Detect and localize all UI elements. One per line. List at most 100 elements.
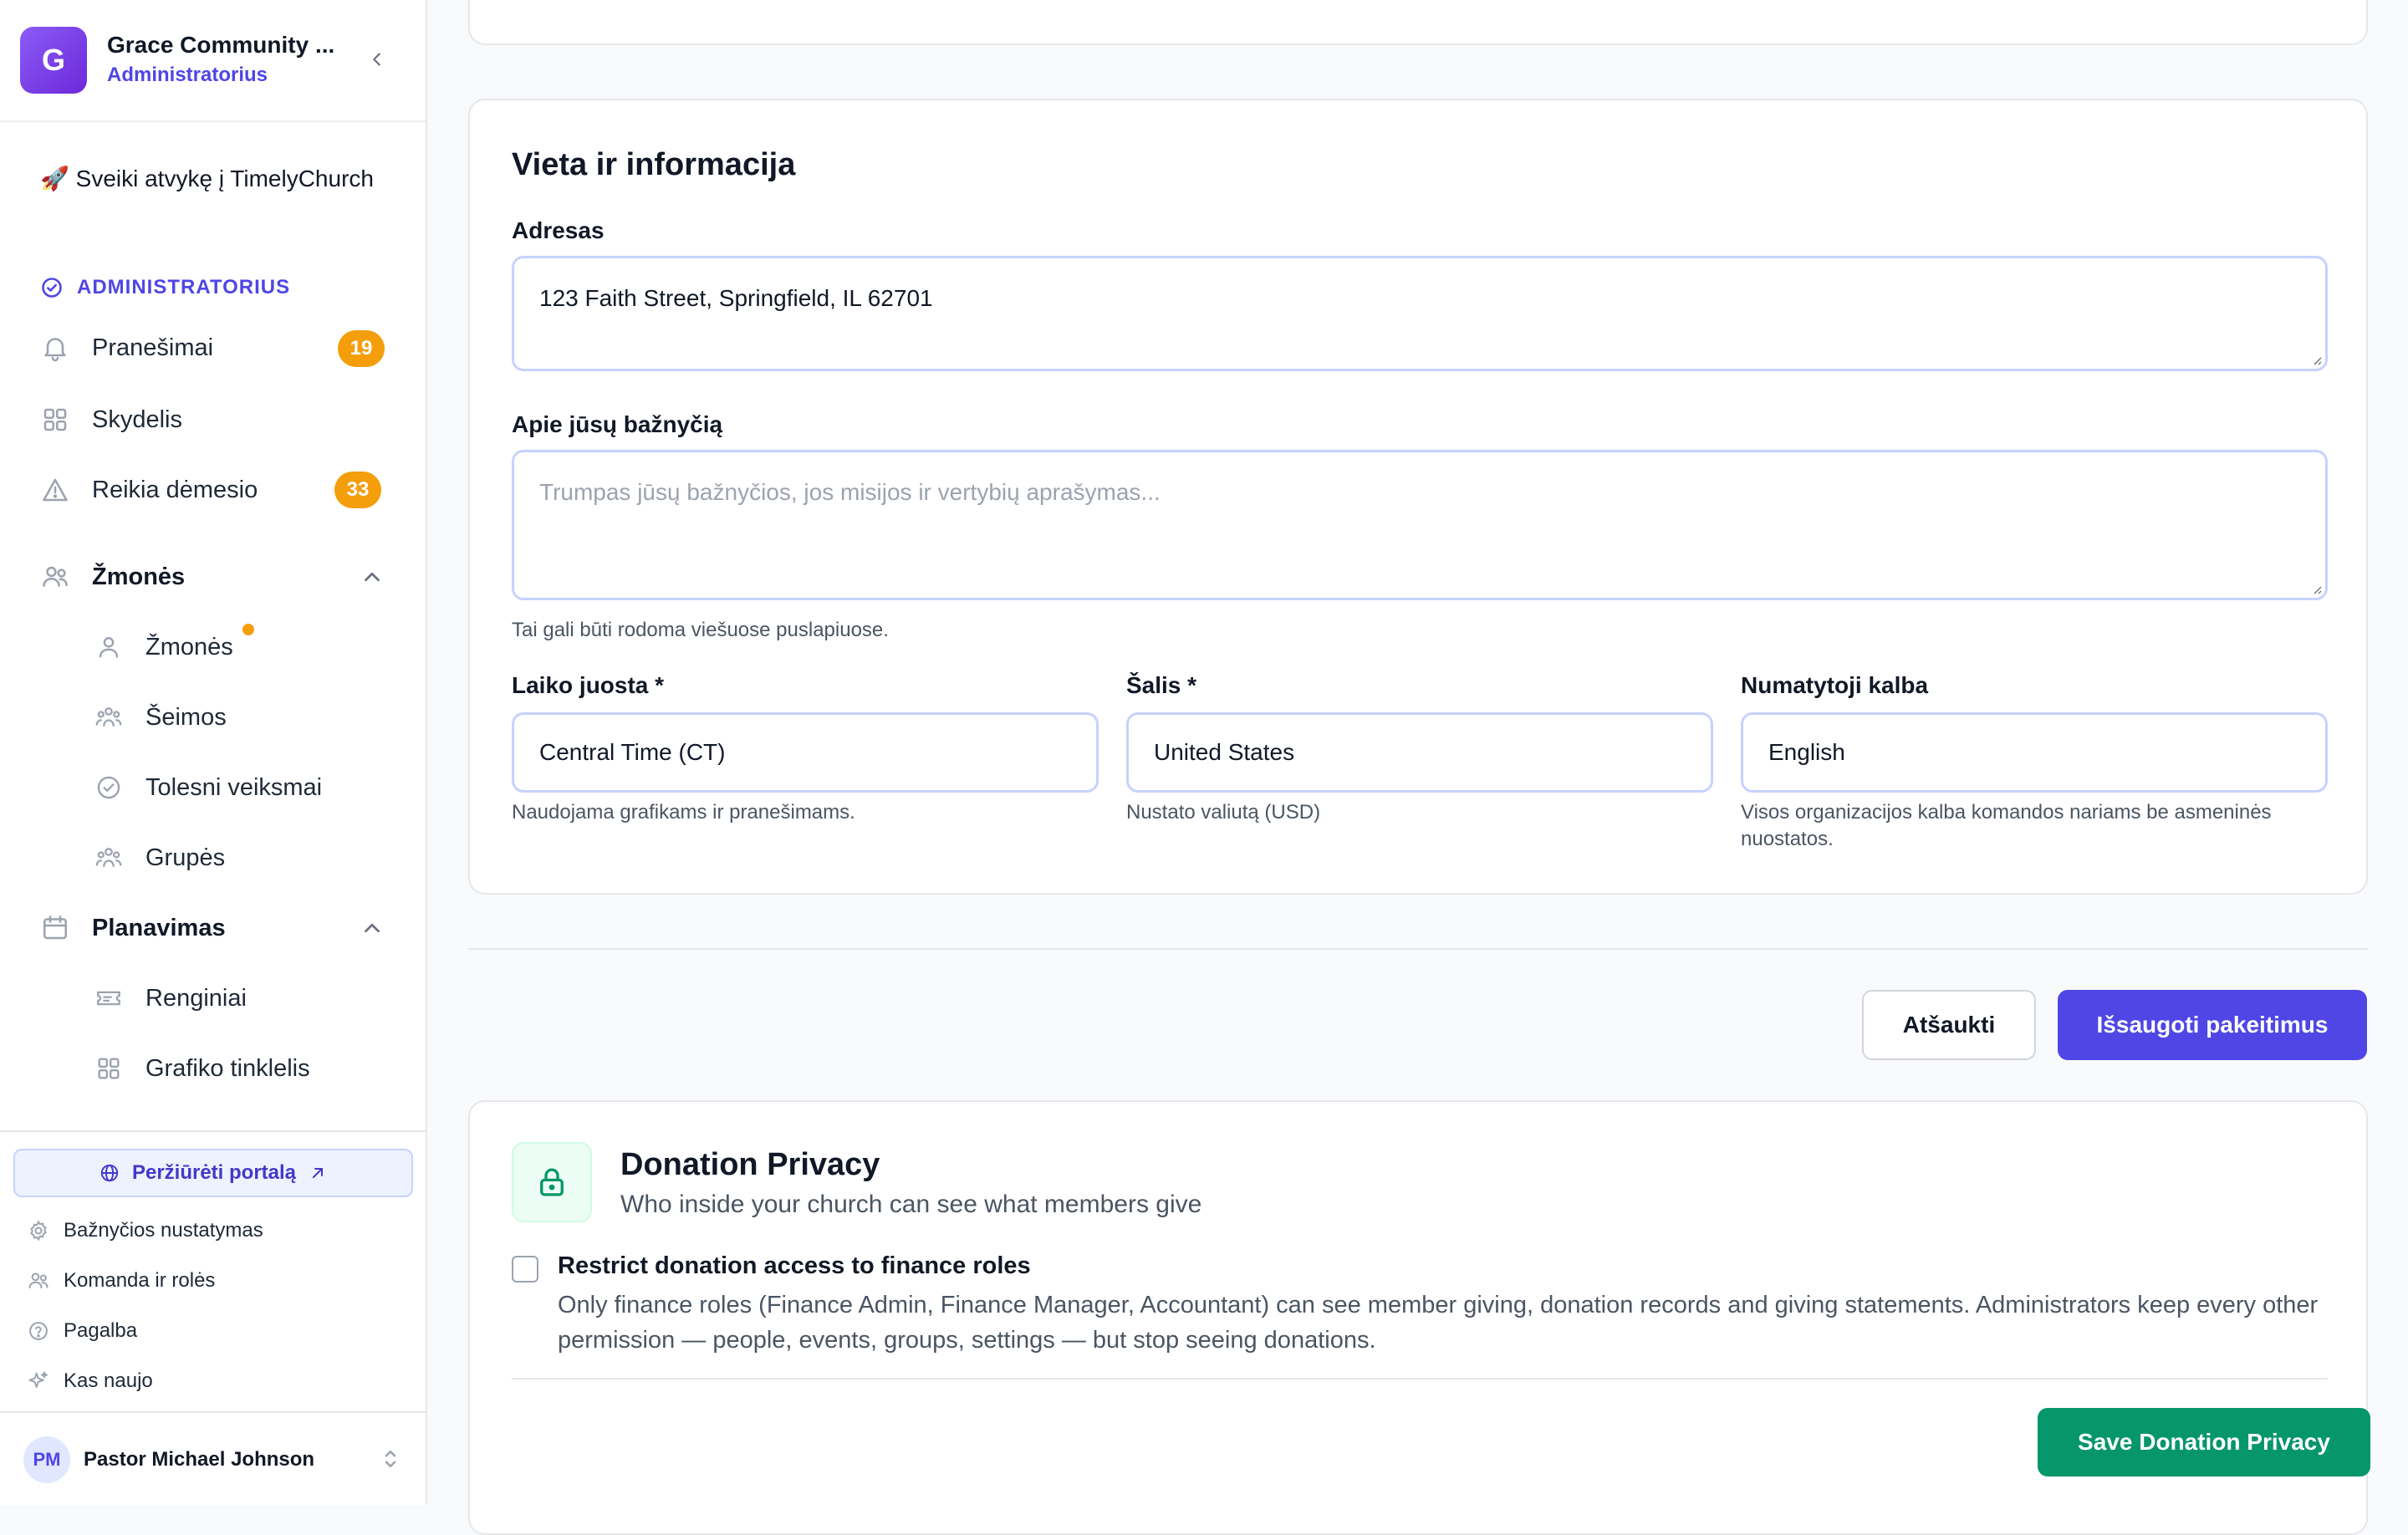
about-hint: Tai gali būti rodoma viešuose puslapiuos…: [512, 619, 889, 641]
previous-card: [468, 0, 2368, 45]
org-logo[interactable]: G: [20, 27, 87, 94]
sidebar-item-dashboard[interactable]: Skydelis: [38, 403, 182, 436]
timezone-value: Central Time (CT): [539, 739, 726, 765]
save-donation-privacy-button[interactable]: Save Donation Privacy: [2038, 1408, 2370, 1476]
view-portal-button[interactable]: Peržiūrėti portalą: [13, 1149, 413, 1197]
help-link[interactable]: Pagalba: [27, 1319, 137, 1343]
section-admin-heading: ADMINISTRATORIUS: [40, 276, 290, 299]
restrict-donation-checkbox[interactable]: [512, 1256, 538, 1283]
attention-count-badge: 33: [334, 472, 381, 508]
church-settings-label: Bažnyčios nustatymas: [64, 1219, 263, 1242]
country-hint: Nustato valiutą (USD): [1126, 801, 1321, 824]
unread-dot: [242, 624, 254, 635]
restrict-donation-label[interactable]: Restrict donation access to finance role…: [558, 1252, 1031, 1280]
chevron-left-icon: [373, 53, 380, 66]
whats-new-link[interactable]: Kas naujo: [27, 1369, 153, 1393]
sidebar-item-followups[interactable]: Tolesni veiksmai: [92, 771, 322, 804]
sidebar-item-label: Skydelis: [92, 405, 182, 433]
user-name: Pastor Michael Johnson: [84, 1448, 315, 1471]
about-textarea[interactable]: Trumpas jūsų bažnyčios, jos misijos ir v…: [512, 450, 2328, 600]
donation-privacy-card: Donation Privacy Who inside your church …: [468, 1100, 2370, 1535]
sidebar-group-label: Žmonės: [92, 563, 186, 590]
help-circle-icon: [29, 1322, 48, 1340]
language-label: Numatytoji kalba: [1741, 672, 1929, 698]
card-title: Vieta ir informacija: [512, 147, 796, 182]
sidebar-item-label: Renginiai: [145, 984, 247, 1012]
team-roles-link[interactable]: Komanda ir rolės: [27, 1269, 215, 1293]
save-changes-button[interactable]: Išsaugoti pakeitimus: [2058, 990, 2367, 1060]
group-icon: [92, 841, 125, 875]
sidebar-group-planning[interactable]: Planavimas: [38, 911, 226, 945]
chevron-updown-icon: [385, 1451, 396, 1467]
sidebar-group-label: Planavimas: [92, 914, 226, 941]
address-label: Adresas: [512, 217, 605, 243]
family-icon: [92, 701, 125, 734]
user-menu[interactable]: PM Pastor Michael Johnson: [0, 1411, 426, 1505]
country-label: Šalis *: [1126, 672, 1197, 698]
sidebar-item-label: Grupės: [145, 844, 226, 871]
check-circle-icon: [92, 771, 125, 804]
sidebar-item-label: Reikia dėmesio: [92, 476, 258, 503]
donation-privacy-title: Donation Privacy: [620, 1147, 880, 1182]
sidebar-group-people[interactable]: Žmonės: [38, 560, 185, 594]
grid-icon: [92, 1052, 125, 1085]
cancel-button[interactable]: Atšaukti: [1862, 990, 2036, 1060]
team-roles-label: Komanda ir rolės: [64, 1269, 216, 1292]
globe-icon: [100, 1164, 119, 1182]
country-select[interactable]: United States: [1126, 712, 1713, 793]
sidebar-header: G Grace Community ... Administratorius: [0, 0, 426, 122]
users-icon: [38, 560, 72, 594]
gear-icon: [30, 1220, 47, 1242]
ticket-icon: [92, 982, 125, 1015]
grid-icon: [38, 403, 72, 436]
timezone-select[interactable]: Central Time (CT): [512, 712, 1099, 793]
sidebar-item-events[interactable]: Renginiai: [92, 982, 247, 1015]
timezone-hint: Naudojama grafikams ir pranešimams.: [512, 801, 855, 824]
chevron-up-icon[interactable]: [360, 915, 385, 941]
lock-icon: [540, 1168, 564, 1196]
sidebar-item-families[interactable]: Šeimos: [92, 701, 227, 734]
user-icon: [92, 630, 125, 664]
resize-handle-icon[interactable]: [2310, 354, 2322, 365]
divider: [468, 948, 2368, 950]
avatar: PM: [23, 1436, 70, 1483]
lock-icon-container: [512, 1142, 592, 1222]
address-textarea[interactable]: 123 Faith Street, Springfield, IL 62701: [512, 256, 2328, 371]
users-icon: [28, 1272, 48, 1289]
resize-handle-icon[interactable]: [2310, 583, 2322, 594]
help-label: Pagalba: [64, 1319, 138, 1342]
sidebar-item-label: Pranešimai: [92, 334, 214, 361]
sidebar-item-label: Grafiko tinklelis: [145, 1054, 310, 1082]
language-hint: Visos organizacijos kalba komandos naria…: [1741, 801, 2272, 850]
country-value: United States: [1154, 739, 1295, 765]
section-admin-label: ADMINISTRATORIUS: [77, 276, 291, 298]
notifications-count-badge: 19: [338, 330, 385, 367]
check-circle-icon: [42, 278, 62, 298]
bell-icon: [38, 331, 72, 365]
org-role: Administratorius: [107, 64, 268, 86]
about-placeholder: Trumpas jūsų bažnyčios, jos misijos ir v…: [539, 479, 1161, 505]
sidebar-footer: Peržiūrėti portalą Bažnyčios nustatymas …: [0, 1130, 426, 1505]
org-name[interactable]: Grace Community ...: [107, 32, 334, 59]
sidebar-item-notifications[interactable]: Pranešimai: [38, 331, 213, 365]
sidebar-item-groups[interactable]: Grupės: [92, 841, 225, 875]
donation-privacy-subtitle: Who inside your church can see what memb…: [620, 1191, 1202, 1218]
location-info-card: Vieta ir informacija Adresas 123 Faith S…: [468, 99, 2368, 895]
language-value: English: [1768, 739, 1845, 765]
sidebar-item-schedule-grid[interactable]: Grafiko tinklelis: [92, 1052, 310, 1085]
timezone-label: Laiko juosta *: [512, 672, 665, 698]
sidebar-item-attention[interactable]: Reikia dėmesio: [38, 473, 258, 507]
welcome-message[interactable]: 🚀 Sveiki atvykę į TimelyChurch: [40, 162, 391, 196]
warning-triangle-icon: [38, 473, 72, 507]
sidebar-item-label: Tolesni veiksmai: [145, 773, 323, 801]
sidebar: G Grace Community ... Administratorius 🚀…: [0, 0, 427, 1505]
church-settings-link[interactable]: Bažnyčios nustatymas: [27, 1219, 263, 1242]
language-select[interactable]: English: [1741, 712, 2328, 793]
sidebar-item-label: Žmonės: [145, 633, 233, 660]
main-content: Vieta ir informacija Adresas 123 Faith S…: [427, 0, 2408, 1535]
chevron-up-icon[interactable]: [360, 564, 385, 589]
divider: [512, 1378, 2328, 1379]
collapse-sidebar-button[interactable]: [363, 45, 391, 74]
sidebar-item-label: Šeimos: [145, 703, 227, 731]
sidebar-item-people[interactable]: Žmonės: [92, 630, 233, 664]
